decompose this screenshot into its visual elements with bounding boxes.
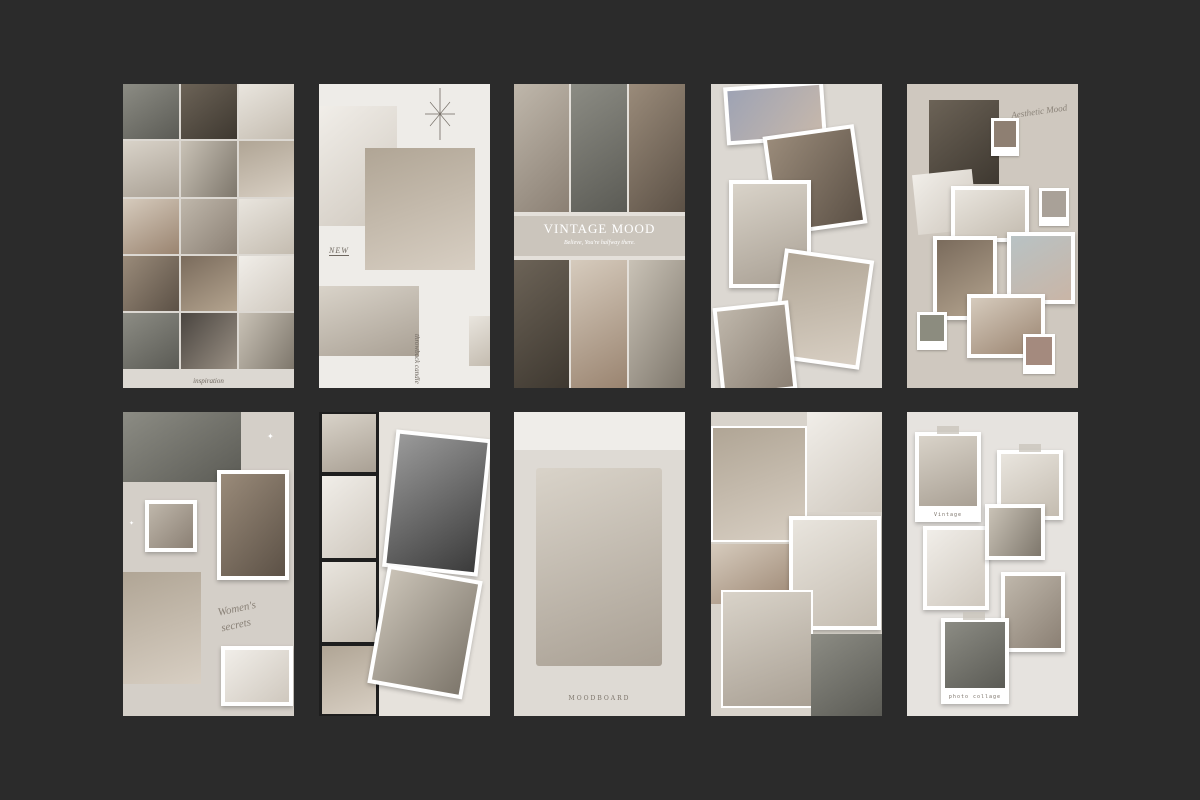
photo-hair xyxy=(239,141,294,197)
photo-portrait-woman xyxy=(536,468,662,666)
template-card-6[interactable]: Women's secrets ✦ ✦ xyxy=(123,412,294,716)
new-label: NEW xyxy=(329,246,349,256)
photo-fabric xyxy=(239,256,294,311)
photo-sculpture xyxy=(181,313,237,369)
photo-white-flower xyxy=(571,84,627,212)
polaroid-candles xyxy=(221,646,293,706)
photo-woman-portrait xyxy=(181,84,237,139)
swatch-stone xyxy=(1039,188,1069,226)
caption: MOODBOARD xyxy=(568,695,631,702)
script-title: Aesthetic Mood xyxy=(1010,102,1068,121)
photo-object xyxy=(239,84,294,139)
torn-paper xyxy=(514,412,685,450)
photo-braided-hair xyxy=(721,590,813,708)
side-text: throwback candle xyxy=(413,334,421,384)
photo-woman-dress xyxy=(514,84,569,212)
photo-candles xyxy=(811,634,882,716)
tape xyxy=(1019,444,1041,452)
swatch-taupe xyxy=(991,118,1019,156)
caption: inspiration xyxy=(193,377,224,385)
tape xyxy=(937,426,959,434)
template-card-1[interactable]: inspiration xyxy=(123,84,294,388)
sparkle-icon: ✦ xyxy=(129,521,135,527)
photo-shadow xyxy=(181,141,237,197)
polaroid-vase: photo collage xyxy=(941,618,1009,704)
caption: photo collage xyxy=(948,694,1002,700)
swatch-sage xyxy=(917,312,947,350)
photo-candle-holder xyxy=(319,286,419,356)
photo-scrunchies xyxy=(181,256,237,311)
polaroid-woman-leaf xyxy=(217,470,289,580)
sparkle-icon: ✦ xyxy=(267,432,274,441)
photo-texture xyxy=(123,199,179,254)
film-frame xyxy=(322,476,376,558)
template-card-2[interactable]: NEW throwback candle xyxy=(319,84,490,388)
photo-street xyxy=(514,260,569,388)
caption: Vintage xyxy=(933,512,963,518)
polaroid-wreath: Vintage xyxy=(915,432,981,522)
photo-hair-back xyxy=(123,256,179,311)
script-title: Women's secrets xyxy=(216,598,258,635)
photo-dress xyxy=(181,199,237,254)
photo-flowers xyxy=(123,141,179,197)
film-frame xyxy=(322,414,376,472)
template-card-7[interactable] xyxy=(319,412,490,716)
photo-braid xyxy=(123,572,201,684)
film-frame xyxy=(322,562,376,642)
title: VINTAGE MOOD xyxy=(543,221,656,236)
polaroid-room xyxy=(712,300,798,388)
template-card-9[interactable] xyxy=(711,412,882,716)
template-card-4[interactable] xyxy=(711,84,882,388)
polaroid-woman-bed xyxy=(923,526,989,610)
subtitle: Believe, You're halfway there. xyxy=(563,240,636,246)
photo-flowers xyxy=(807,412,882,512)
template-card-10[interactable]: Vintage photo collage xyxy=(907,412,1078,716)
sparkle-icon xyxy=(425,88,455,140)
photo-flower-stem xyxy=(239,313,294,369)
tape xyxy=(963,612,985,620)
template-card-3[interactable]: VINTAGE MOOD Believe, You're halfway the… xyxy=(514,84,685,388)
polaroid-bw-woman xyxy=(382,429,490,577)
photo-tray xyxy=(629,260,685,388)
polaroid-hand xyxy=(145,500,197,552)
polaroid-woman-dress xyxy=(1001,572,1065,652)
photo-stairs xyxy=(123,313,179,369)
photo-rings xyxy=(239,199,294,254)
photo-fan xyxy=(571,260,627,388)
photo-corner xyxy=(469,316,490,366)
title-banner: VINTAGE MOOD Believe, You're halfway the… xyxy=(514,216,685,256)
template-card-8[interactable]: MOODBOARD xyxy=(514,412,685,716)
photo-interior xyxy=(123,84,179,139)
photo-bust-candles xyxy=(365,148,475,270)
template-card-5[interactable]: Aesthetic Mood xyxy=(907,84,1078,388)
swatch-dusty-rose xyxy=(1023,334,1055,374)
polaroid-arches xyxy=(367,564,483,700)
polaroid-fabric xyxy=(985,504,1045,560)
photo-shells xyxy=(629,84,685,212)
